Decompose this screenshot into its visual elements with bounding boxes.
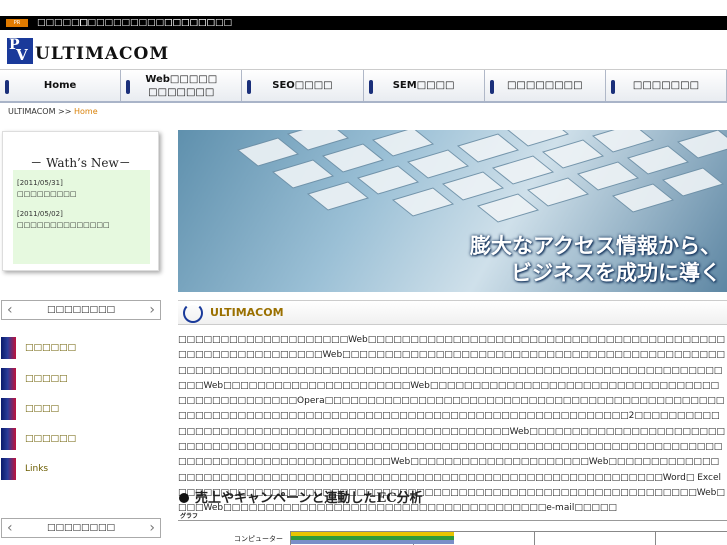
nav-item-5[interactable]: □□□□□□□□ [484,70,606,101]
nav-pill-icon [247,80,252,94]
nav-item-web[interactable]: Web□□□□□□□□□□□□ [121,70,243,101]
whats-new-box: － Wath’s New－ [2011/05/31] □□□□□□□□□ [20… [2,131,159,271]
breadcrumb-root[interactable]: ULTIMACOM [8,107,55,116]
chevron-left-icon: ‹ [7,520,13,536]
nav-item-home[interactable]: Home [0,70,122,101]
top-bar: PR □□□□□□ □□□□□□□□□□□□□□□□ □□□□□□□□ [0,16,727,30]
section-heading: ULTIMACOM [178,300,727,325]
sidebar-marker-icon [1,368,16,390]
news-link[interactable]: □□□□□□□□□ [17,189,146,200]
section-title: ULTIMACOM [210,306,284,319]
site-logo[interactable]: P V ULTIMACOM [7,36,169,64]
graph: コンピューター [178,520,727,545]
hero-banner: 膨大なアクセス情報から、 ビジネスを成功に導く [178,130,727,292]
main-nav: Home Web□□□□□□□□□□□□ SEO□□□□ SEM□□□□ □□□… [0,69,727,103]
bullet-icon [179,492,189,503]
sidebar-item-1[interactable]: □□□□□□ [1,337,161,359]
breadcrumb-separator: >> [58,107,72,116]
nav-pill-icon [368,80,373,94]
sidebar-item-3[interactable]: □□□□ [1,398,161,420]
nav-pill-icon [489,80,494,94]
sidebar-marker-icon [1,428,16,450]
refresh-icon [183,303,203,323]
hero-copy: 膨大なアクセス情報から、 ビジネスを成功に導く [470,233,721,285]
sidebar-header-2[interactable]: ‹ □□□□□□□□ › [1,518,161,538]
sidebar-marker-icon [1,337,16,359]
sidebar-marker-icon [1,398,16,420]
sidebar-marker-icon [1,458,16,480]
whats-new-list: [2011/05/31] □□□□□□□□□ [2011/05/02] □□□□… [13,170,150,264]
pr-badge: PR [6,19,28,27]
graph-label: グラフ [180,513,199,520]
logo-text: ULTIMACOM [35,44,170,64]
breadcrumb-current: Home [73,107,98,116]
graph-category-label: コンピューター [234,535,283,543]
graph-gridline [655,531,656,545]
nav-pill-icon [5,80,9,94]
nav-item-6[interactable]: □□□□□□□ [605,70,727,101]
subsection-heading: 売上やキャンペーンと連動したEC分析 [179,487,423,506]
sidebar-item-4[interactable]: □□□□□□ [1,428,161,450]
whats-new-title: － Wath’s New－ [30,156,131,170]
sidebar-item-links[interactable]: Links [1,458,161,480]
top-link-3[interactable]: □□□□□□□□ [164,17,232,29]
nav-pill-icon [610,80,615,94]
graph-bar [291,540,454,544]
nav-item-sem[interactable]: SEM□□□□ [363,70,485,101]
news-date: [2011/05/02] [17,210,63,218]
chevron-left-icon: ‹ [7,302,13,318]
graph-gridline [534,531,535,545]
logo-mark: P V [7,38,33,64]
news-link[interactable]: □□□□□□□□□□□□□□ [17,220,146,231]
breadcrumb: ULTIMACOM >> Home [8,107,98,116]
news-date: [2011/05/31] [17,179,63,187]
chevron-right-icon: › [149,302,155,318]
nav-item-seo[interactable]: SEO□□□□ [242,70,364,101]
chevron-right-icon: › [149,520,155,536]
sidebar-header[interactable]: ‹ □□□□□□□□ › [1,300,161,320]
sidebar-item-2[interactable]: □□□□□ [1,368,161,390]
nav-pill-icon [126,80,131,94]
